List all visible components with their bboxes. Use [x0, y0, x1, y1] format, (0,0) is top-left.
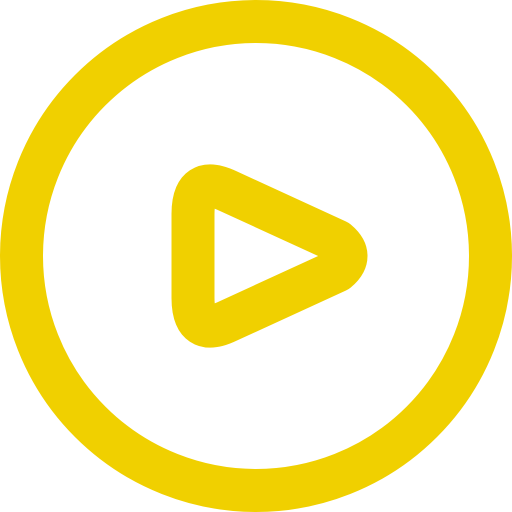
- play-circle-icon[interactable]: [0, 0, 512, 512]
- play-triangle: [171, 164, 368, 348]
- icon-canvas: [0, 0, 512, 512]
- outer-ring: [0, 0, 512, 512]
